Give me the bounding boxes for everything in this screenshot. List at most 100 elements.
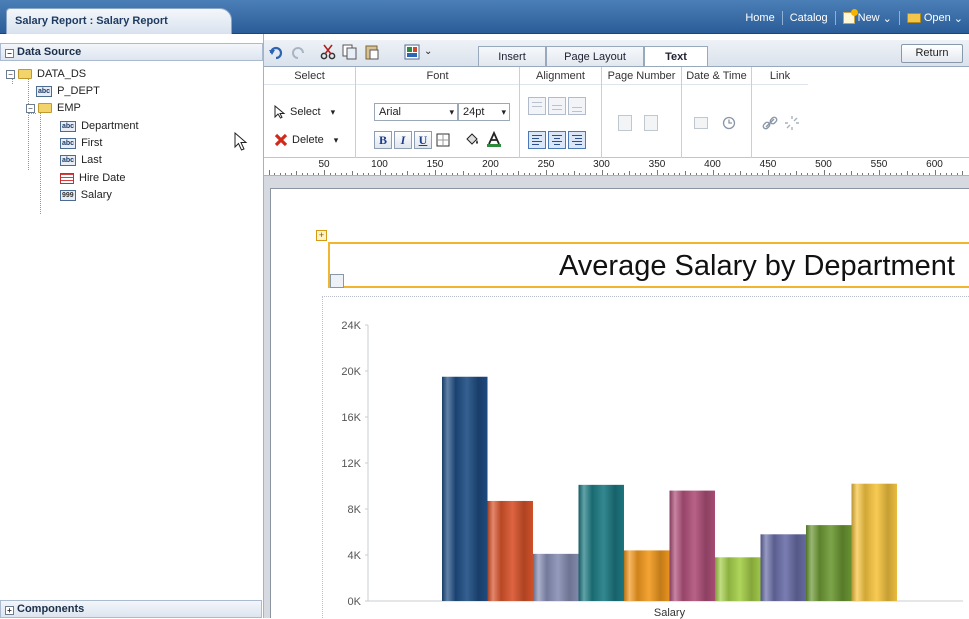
align-left-icon[interactable]	[528, 131, 546, 149]
text-color-icon[interactable]	[486, 131, 502, 147]
ruler-tick	[956, 173, 958, 175]
redo-icon[interactable]	[290, 44, 306, 60]
report-title[interactable]: Average Salary by Department	[559, 250, 955, 283]
collapse-icon[interactable]: −	[6, 69, 15, 79]
ruler-tick	[312, 173, 314, 175]
tree-field-label: First	[81, 137, 103, 149]
copy-layout-icon[interactable]	[330, 274, 344, 288]
new-menu[interactable]: New ⌄	[842, 9, 892, 25]
tree-node-p-dept[interactable]: abc P_DEPT	[36, 83, 100, 99]
pointer-icon	[274, 105, 286, 119]
return-button[interactable]: Return	[901, 44, 963, 63]
tree-field-last[interactable]: abc Last	[60, 152, 102, 168]
open-menu[interactable]: Open ⌄	[906, 12, 963, 25]
border-icon[interactable]	[436, 133, 450, 147]
ruler-tick	[523, 173, 525, 175]
ruler-tick	[451, 173, 453, 175]
ruler-tick	[484, 173, 486, 175]
tree-field-first[interactable]: abc First	[60, 135, 102, 151]
ruler-tick	[601, 170, 603, 175]
ruler-tick	[346, 173, 348, 175]
tree-node-emp[interactable]: − EMP	[26, 100, 81, 116]
ruler-tick	[706, 173, 708, 175]
tree-node-data-ds[interactable]: − DATA_DS	[6, 66, 86, 82]
paste-icon[interactable]	[364, 44, 380, 60]
delete-button[interactable]: Delete ▾	[274, 133, 338, 147]
ruler-tick	[762, 173, 764, 175]
collapse-icon[interactable]: −	[5, 49, 14, 58]
underline-button[interactable]: U	[414, 131, 432, 149]
expand-icon[interactable]: +	[5, 606, 14, 615]
italic-button[interactable]: I	[394, 131, 412, 149]
ruler-tick	[573, 171, 575, 175]
tab-insert[interactable]: Insert	[478, 46, 546, 67]
align-bottom-icon[interactable]	[568, 97, 586, 115]
align-right-icon[interactable]	[568, 131, 586, 149]
ruler-tick	[895, 173, 897, 175]
ruler-tick	[806, 173, 808, 175]
ruler-tick	[657, 170, 658, 175]
tab-text[interactable]: Text	[644, 46, 708, 68]
ruler-tick	[873, 173, 875, 175]
catalog-link[interactable]: Catalog	[790, 12, 828, 24]
data-source-header[interactable]: − Data Source	[0, 43, 263, 61]
tree-field-salary[interactable]: 999 Salary	[60, 187, 112, 203]
tree-field-department[interactable]: abc Department	[60, 118, 139, 134]
tree-connector	[40, 106, 41, 214]
total-pages-icon[interactable]	[644, 115, 658, 131]
ruler-tick	[962, 171, 964, 175]
link-icon[interactable]	[762, 115, 778, 131]
align-center-icon[interactable]	[548, 131, 566, 149]
ruler-tick	[917, 173, 919, 175]
copy-icon[interactable]	[342, 44, 358, 60]
document-tab[interactable]: Salary Report : Salary Report	[6, 8, 232, 34]
ruler-tick	[274, 173, 276, 175]
bar-chart[interactable]: 0K 4K 8K 12K 16K 20K 24K Salary	[323, 297, 969, 619]
insert-layout-icon[interactable]	[404, 44, 420, 60]
components-header[interactable]: + Components	[0, 600, 262, 618]
bold-button[interactable]: B	[374, 131, 392, 149]
align-top-icon[interactable]	[528, 97, 546, 115]
ruler-tick	[468, 173, 470, 175]
select-button-label: Select	[290, 106, 321, 118]
ruler-tick	[751, 173, 753, 175]
ruler-tick	[423, 173, 425, 175]
chevron-down-icon[interactable]: ⌄	[424, 46, 432, 57]
ruler-label: 550	[870, 159, 888, 170]
delete-button-label: Delete	[292, 134, 324, 146]
font-name-select[interactable]: Arial ▾	[374, 103, 458, 121]
ruler-tick	[301, 173, 303, 175]
global-nav: Home Catalog New ⌄ Open ⌄	[745, 9, 963, 26]
ruler-tick	[429, 173, 431, 175]
ruler-tick	[340, 173, 342, 175]
ruler-tick	[268, 170, 270, 175]
select-button[interactable]: Select ▾	[274, 105, 335, 119]
ruler-tick	[318, 173, 320, 175]
chart-bar	[760, 534, 806, 601]
collapse-icon[interactable]: −	[26, 103, 35, 113]
ruler-tick	[701, 173, 703, 175]
ruler-tick	[812, 173, 814, 175]
clock-icon[interactable]	[722, 116, 736, 130]
page-number-icon[interactable]	[618, 115, 632, 131]
unlink-icon[interactable]	[784, 115, 800, 131]
text-field-icon: abc	[60, 137, 77, 149]
ruler-tick	[607, 173, 609, 175]
tab-page-layout[interactable]: Page Layout	[546, 46, 644, 67]
ruler-tick	[546, 170, 547, 175]
date-icon[interactable]	[694, 117, 708, 129]
link-group: Link	[752, 67, 808, 159]
ruler-tick	[745, 173, 747, 175]
tree-field-hire-date[interactable]: Hire Date	[60, 170, 125, 186]
ruler-tick	[945, 173, 947, 175]
fill-color-icon[interactable]	[464, 131, 480, 147]
align-middle-icon[interactable]	[548, 97, 566, 115]
undo-icon[interactable]	[268, 44, 284, 60]
cut-icon[interactable]	[320, 44, 336, 60]
home-link[interactable]: Home	[745, 12, 774, 24]
move-handle-icon[interactable]: +	[316, 230, 327, 241]
chart-container[interactable]: 0K 4K 8K 12K 16K 20K 24K Salary	[322, 296, 969, 619]
title-text-item[interactable]: Average Salary by Department	[328, 242, 969, 288]
chevron-down-icon: ▾	[330, 106, 336, 117]
font-size-select[interactable]: 24pt ▾	[458, 103, 510, 121]
